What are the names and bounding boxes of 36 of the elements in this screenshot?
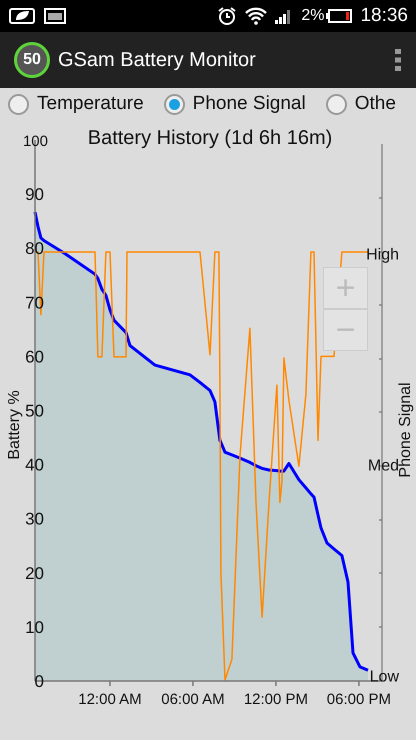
y-tick-label: 30 <box>25 510 44 529</box>
signal-axis-label: Phone Signal <box>397 382 414 478</box>
clock: 18:36 <box>360 4 408 28</box>
y-tick-label: 90 <box>25 185 44 204</box>
image-icon <box>44 8 66 24</box>
chart-title: Battery History (1d 6h 16m) <box>88 127 332 149</box>
radio-option[interactable]: Temperature <box>8 90 144 118</box>
battery-percent: 2% <box>301 6 324 26</box>
radio-icon[interactable] <box>326 94 347 114</box>
leaf-icon <box>8 7 36 25</box>
y-tick-label: 100 <box>22 133 48 150</box>
y-tick-label: 20 <box>25 564 44 583</box>
overflow-menu-icon[interactable] <box>394 48 402 72</box>
y-tick-label: 50 <box>25 402 44 420</box>
x-tick-label: 12:00 PM <box>244 691 308 708</box>
y-tick-label: 40 <box>25 456 44 475</box>
x-tick-label: 06:00 AM <box>161 691 225 708</box>
y-tick-label: 80 <box>25 239 44 258</box>
radio-icon[interactable] <box>164 94 185 114</box>
y-tick-label: 10 <box>25 618 44 637</box>
wifi-icon <box>245 7 268 25</box>
y-tick-label: 60 <box>25 347 44 366</box>
x-tick-label: 12:00 AM <box>78 691 142 708</box>
x-tick-label: 06:00 PM <box>326 691 392 708</box>
app-logo: 50 <box>14 42 50 78</box>
signal-tick-label: High <box>366 246 399 264</box>
y-tick-label: 0 <box>34 672 44 691</box>
battery-icon <box>326 9 352 23</box>
radio-icon[interactable] <box>8 94 29 114</box>
signal-tick-label: Low <box>370 668 399 686</box>
y-axis-label: Battery % <box>6 390 23 460</box>
alarm-icon <box>217 6 238 26</box>
radio-option[interactable]: Othe <box>326 90 396 118</box>
radio-option[interactable]: Phone Signal <box>164 90 306 118</box>
app-title: GSam Battery Monitor <box>58 48 257 73</box>
signal-tick-label: Med <box>368 458 399 475</box>
